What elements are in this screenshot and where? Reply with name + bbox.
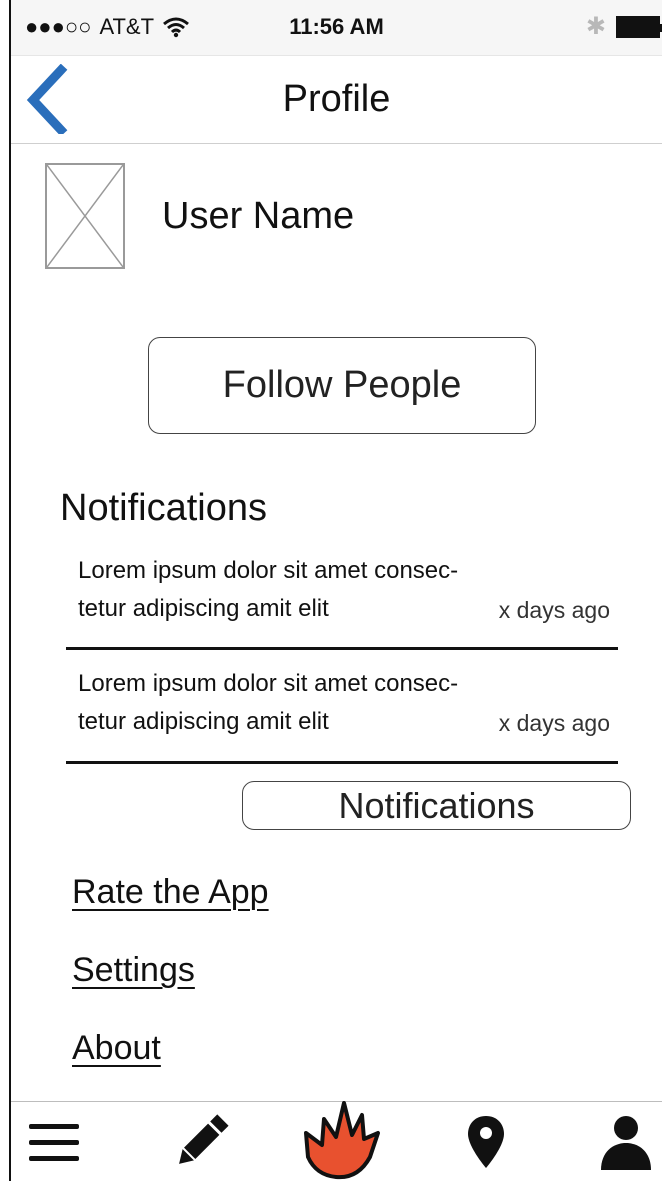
notification-time: x days ago — [498, 597, 610, 623]
tab-menu[interactable] — [19, 1102, 89, 1181]
user-name: User Name — [162, 195, 355, 237]
notification-text-line2: tetur adipiscing amit elit — [78, 595, 329, 622]
follow-people-button[interactable]: Follow People — [148, 337, 536, 434]
frame-edge — [9, 0, 11, 1181]
rate-app-link[interactable]: Rate the App — [72, 873, 269, 912]
flame-icon — [304, 1101, 380, 1180]
status-time: 11:56 AM — [289, 14, 384, 39]
location-pin-icon — [468, 1116, 504, 1168]
about-link[interactable]: About — [72, 1029, 161, 1068]
notifications-button[interactable]: Notifications — [242, 781, 631, 830]
nav-bar: Profile — [11, 56, 662, 144]
tab-bar — [11, 1101, 662, 1181]
avatar — [45, 163, 125, 269]
settings-link[interactable]: Settings — [72, 951, 195, 990]
notification-text-line1: Lorem ipsum dolor sit amet consec- — [78, 557, 459, 584]
tab-compose[interactable] — [161, 1102, 241, 1181]
phone-screen: ●●●○○ AT&T 11:56 AM ✱ Profile User Name … — [0, 0, 662, 1181]
battery-icon — [616, 15, 662, 38]
pencil-icon — [179, 1114, 229, 1164]
notification-time: x days ago — [498, 710, 610, 736]
tab-profile[interactable] — [591, 1102, 661, 1181]
person-icon — [601, 1116, 651, 1170]
tab-location[interactable] — [451, 1102, 521, 1181]
notification-text-line1: Lorem ipsum dolor sit amet consec- — [78, 670, 459, 697]
notification-item[interactable]: Lorem ipsum dolor sit amet consec- tetur… — [66, 557, 618, 650]
status-right: ✱ — [585, 12, 662, 41]
notification-text-line2: tetur adipiscing amit elit — [78, 708, 329, 735]
notification-item[interactable]: Lorem ipsum dolor sit amet consec- tetur… — [66, 670, 618, 764]
status-bar: ●●●○○ AT&T 11:56 AM ✱ — [11, 0, 662, 56]
bluetooth-icon: ✱ — [585, 13, 606, 40]
tab-trending[interactable] — [291, 1100, 391, 1180]
notifications-heading: Notifications — [60, 487, 267, 529]
menu-icon — [29, 1124, 79, 1161]
page-title: Profile — [282, 78, 391, 120]
image-placeholder-icon — [46, 164, 124, 268]
